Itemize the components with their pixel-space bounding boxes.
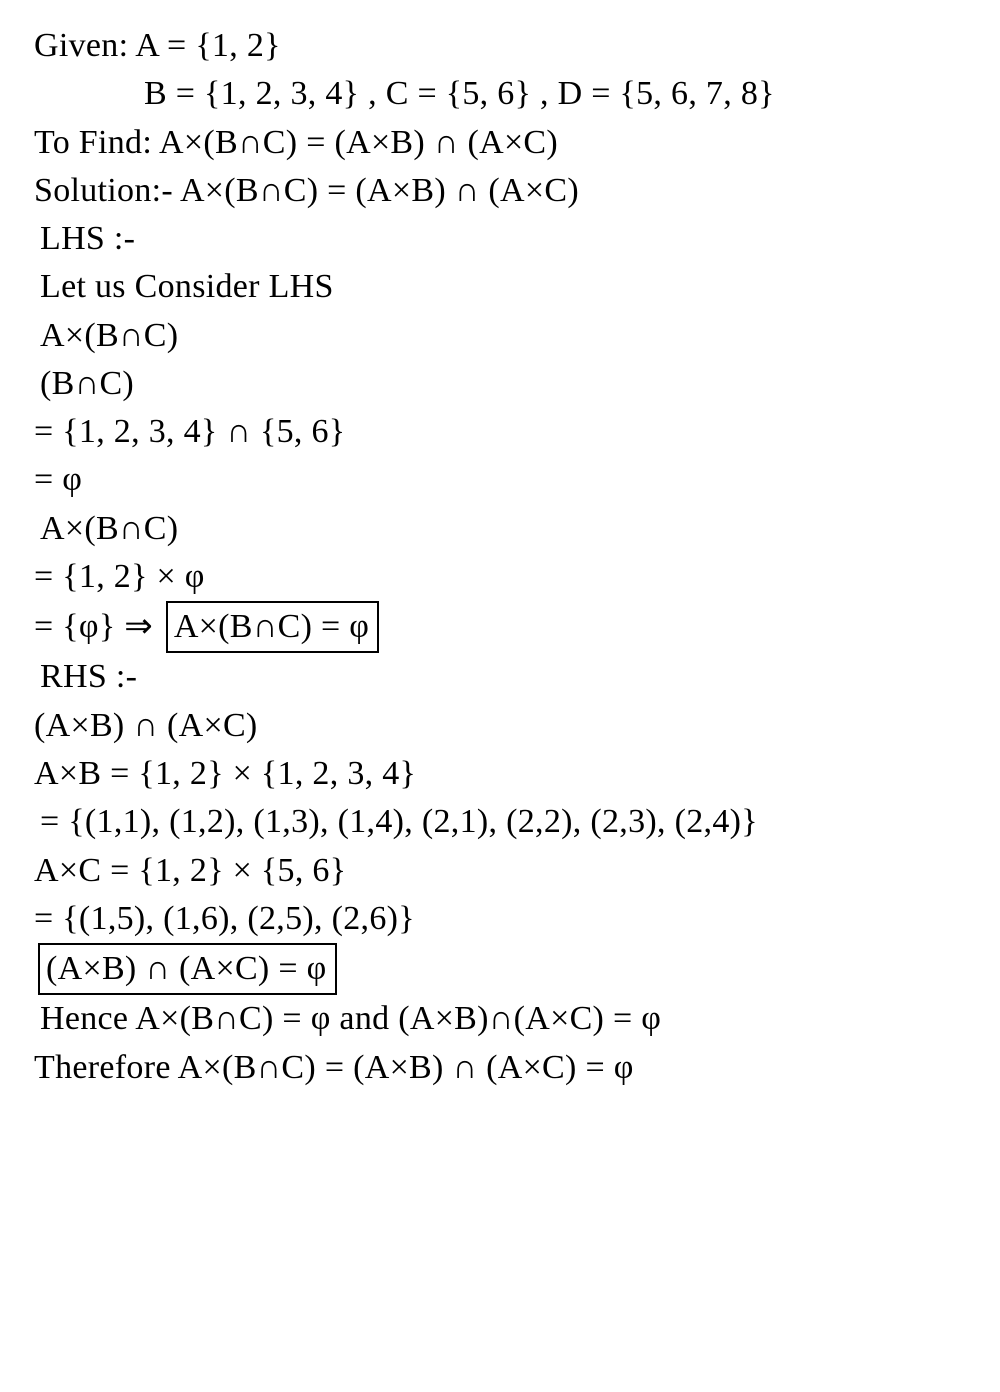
boxed-lhs-result: A×(B∩C) = φ (166, 601, 379, 653)
line-a-bnc-again: A×(B∩C) (34, 505, 970, 553)
line-a-times-empty: = {1, 2} × φ (34, 553, 970, 601)
boxed-rhs-result: (A×B) ∩ (A×C) = φ (38, 943, 337, 995)
line-axb-pairs: = {(1,1), (1,2), (1,3), (1,4), (2,1), (2… (34, 798, 970, 846)
line-given-a: Given: A = {1, 2} (34, 22, 970, 70)
line-bnc-empty: = φ (34, 456, 970, 504)
line-bnc: (B∩C) (34, 360, 970, 408)
line-rhs-expr: (A×B) ∩ (A×C) (34, 702, 970, 750)
line-lhs-result: = {φ} ⇒ A×(B∩C) = φ (34, 601, 970, 653)
line-lhs-result-prefix: = {φ} ⇒ (34, 608, 162, 645)
line-therefore: Therefore A×(B∩C) = (A×B) ∩ (A×C) = φ (34, 1044, 970, 1092)
line-solution: Solution:- A×(B∩C) = (A×B) ∩ (A×C) (34, 167, 970, 215)
line-consider-lhs: Let us Consider LHS (34, 263, 970, 311)
line-rhs-result: (A×B) ∩ (A×C) = φ (34, 943, 970, 995)
handwritten-math-page: Given: A = {1, 2} B = {1, 2, 3, 4} , C =… (0, 0, 1000, 1392)
line-rhs-heading: RHS :- (34, 653, 970, 701)
line-lhs-heading: LHS :- (34, 215, 970, 263)
line-axc-def: A×C = {1, 2} × {5, 6} (34, 847, 970, 895)
line-a-bnc-expr: A×(B∩C) (34, 312, 970, 360)
line-hence: Hence A×(B∩C) = φ and (A×B)∩(A×C) = φ (34, 995, 970, 1043)
line-to-find: To Find: A×(B∩C) = (A×B) ∩ (A×C) (34, 119, 970, 167)
line-axb-def: A×B = {1, 2} × {1, 2, 3, 4} (34, 750, 970, 798)
line-given-bcd: B = {1, 2, 3, 4} , C = {5, 6} , D = {5, … (34, 70, 970, 118)
line-axc-pairs: = {(1,5), (1,6), (2,5), (2,6)} (34, 895, 970, 943)
line-bnc-sets: = {1, 2, 3, 4} ∩ {5, 6} (34, 408, 970, 456)
